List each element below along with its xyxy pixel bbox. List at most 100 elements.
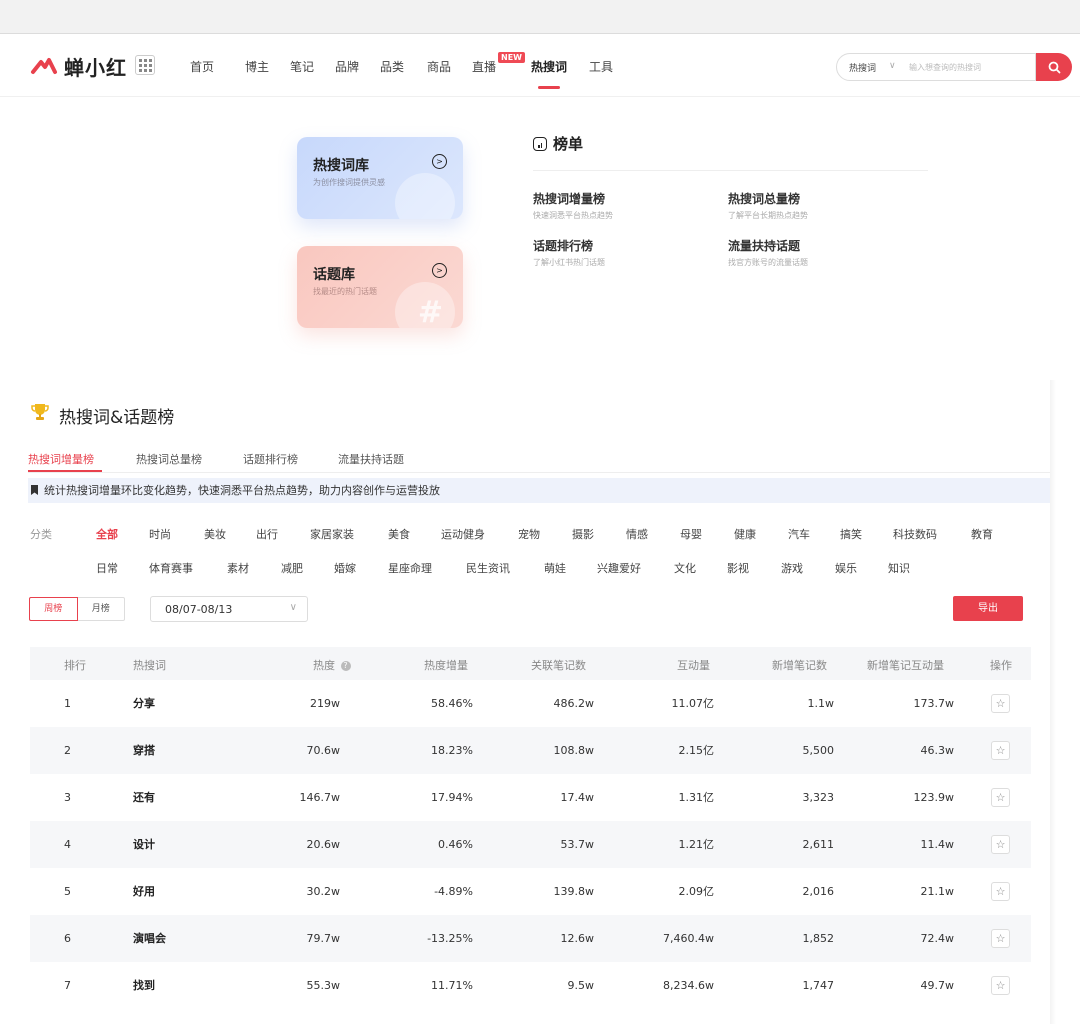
category-option[interactable]: 体育赛事 [149,560,193,576]
star-icon[interactable]: ☆ [991,835,1010,854]
star-icon[interactable]: ☆ [991,788,1010,807]
topic-library-card[interactable]: # 话题库 找最近的热门话题 > [297,246,463,328]
col-heat[interactable]: 热度 ? [313,657,351,673]
rank-link-traffic-support[interactable]: 流量扶持话题 找官方账号的流量话题 [728,237,808,268]
cell-interactions: 8,234.6w [663,979,714,992]
apps-grid-icon[interactable] [135,55,155,75]
cell-new-note-interactions: 46.3w [920,744,955,757]
cell-related-notes: 108.8w [553,744,595,757]
tab-topic-rank[interactable]: 话题排行榜 [243,451,298,467]
bookmark-icon [31,485,38,495]
category-option[interactable]: 美食 [388,526,410,542]
category-option[interactable]: 萌娃 [544,560,566,576]
col-rank: 排行 [64,659,86,672]
category-option[interactable]: 游戏 [781,560,803,576]
search-type-select[interactable]: 热搜词 [849,61,876,74]
cell-word[interactable]: 设计 [133,821,155,868]
category-option[interactable]: 宠物 [518,526,540,542]
cell-heat-growth: 58.46% [431,697,473,710]
tab-hot-word-total[interactable]: 热搜词总量榜 [136,451,202,467]
category-option[interactable]: 日常 [96,560,118,576]
cell-heat: 20.6w [306,838,341,851]
date-range-select[interactable]: 08/07-08/13 ∨ [150,596,308,622]
category-option[interactable]: 素材 [227,560,249,576]
nav-active-indicator [538,86,560,89]
period-weekly[interactable]: 周榜 [29,597,78,621]
rank-link-topic-rank[interactable]: 话题排行榜 了解小红书热门话题 [533,237,605,268]
cell-word[interactable]: 穿搭 [133,727,155,774]
category-option[interactable]: 出行 [256,526,278,542]
category-option[interactable]: 娱乐 [835,560,857,576]
export-button[interactable]: 导出 [953,596,1023,621]
category-option[interactable]: 教育 [971,526,993,542]
cell-interactions: 2.15亿 [678,744,715,757]
category-option[interactable]: 全部 [96,526,118,542]
category-option[interactable]: 减肥 [281,560,303,576]
search-box[interactable]: 热搜词 ∨ 输入想查询的热搜词 [836,53,1036,81]
category-option[interactable]: 家居家装 [310,526,354,542]
category-option[interactable]: 母婴 [680,526,702,542]
category-option[interactable]: 汽车 [788,526,810,542]
search-input[interactable]: 输入想查询的热搜词 [909,62,981,73]
rank-link-hot-word-total[interactable]: 热搜词总量榜 了解平台长期热点趋势 [728,190,808,221]
category-option[interactable]: 美妆 [204,526,226,542]
category-option[interactable]: 文化 [674,560,696,576]
chevron-down-icon[interactable]: ∨ [889,61,896,71]
nav-item[interactable]: 品类 [380,58,404,75]
category-option[interactable]: 婚嫁 [334,560,356,576]
star-icon[interactable]: ☆ [991,694,1010,713]
arrow-right-circle-icon[interactable]: > [432,263,447,278]
category-option[interactable]: 科技数码 [893,526,937,542]
category-option[interactable]: 健康 [734,526,756,542]
cell-word[interactable]: 演唱会 [133,915,166,962]
rank-link-desc: 了解小红书热门话题 [533,258,605,267]
rank-board-header: 榜单 [533,133,583,154]
search-button[interactable] [1036,53,1072,81]
cell-related-notes: 486.2w [553,697,595,710]
category-option[interactable]: 摄影 [572,526,594,542]
category-option[interactable]: 兴趣爱好 [597,560,641,576]
rank-link-hot-word-growth[interactable]: 热搜词增量榜 快速洞悉平台热点趋势 [533,190,613,221]
cell-word[interactable]: 还有 [133,774,155,821]
tab-traffic-support[interactable]: 流量扶持话题 [338,451,404,467]
nav-item[interactable]: 首页 [190,58,214,75]
category-option[interactable]: 知识 [888,560,910,576]
category-option[interactable]: 时尚 [149,526,171,542]
category-option[interactable]: 运动健身 [441,526,485,542]
category-option[interactable]: 民生资讯 [466,560,510,576]
cell-heat-growth: -13.25% [427,932,473,945]
cell-new-notes: 1,747 [802,979,835,992]
nav-item[interactable]: 工具 [589,58,613,75]
star-icon[interactable]: ☆ [991,741,1010,760]
cell-word[interactable]: 找到 [133,962,155,1009]
cell-new-note-interactions: 49.7w [920,979,955,992]
chevron-down-icon: ∨ [289,602,297,613]
star-icon[interactable]: ☆ [991,882,1010,901]
cell-heat-growth: 11.71% [431,979,473,992]
nav-item[interactable]: 商品 [427,58,451,75]
nav-item[interactable]: 笔记 [290,58,314,75]
cell-word[interactable]: 好用 [133,868,155,915]
star-icon[interactable]: ☆ [991,929,1010,948]
category-option[interactable]: 影视 [727,560,749,576]
cell-related-notes: 139.8w [553,885,595,898]
nav-item[interactable]: 博主 [245,58,269,75]
help-icon[interactable]: ? [340,661,351,671]
hot-word-library-card[interactable]: 热搜词库 为创作搜词提供灵感 > [297,137,463,219]
notice-bar: 统计热搜词增量环比变化趋势，快速洞悉平台热点趋势，助力内容创作与运营投放 [28,478,1050,503]
rank-link-desc: 找官方账号的流量话题 [728,258,808,267]
nav-item[interactable]: 热搜词 [531,58,567,75]
nav-item[interactable]: 直播 [472,58,496,75]
category-option[interactable]: 搞笑 [840,526,862,542]
new-badge: NEW [498,52,525,63]
nav-item[interactable]: 品牌 [335,58,359,75]
category-option[interactable]: 星座命理 [388,560,432,576]
tab-hot-word-growth[interactable]: 热搜词增量榜 [28,451,94,467]
arrow-right-circle-icon[interactable]: > [432,154,447,169]
cell-word[interactable]: 分享 [133,680,155,727]
brand-logo[interactable]: 蝉小红 [30,52,127,81]
star-icon[interactable]: ☆ [991,976,1010,995]
period-monthly[interactable]: 月榜 [78,598,125,620]
category-option[interactable]: 情感 [626,526,648,542]
trophy-icon [31,404,49,420]
